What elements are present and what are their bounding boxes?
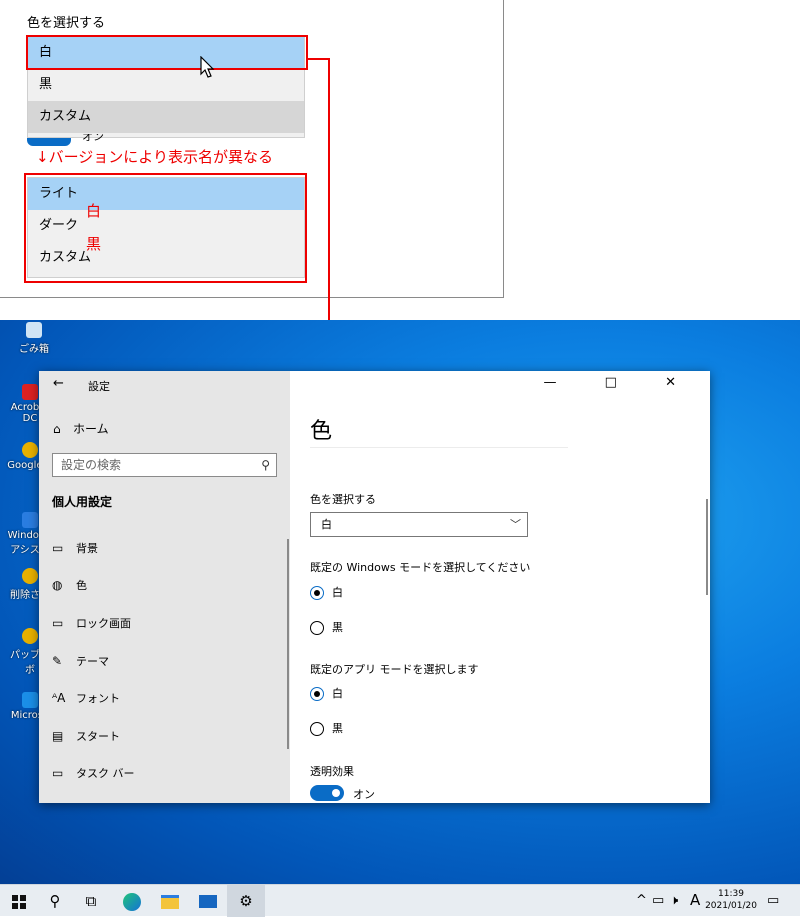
clock[interactable]: 11:39 2021/01/20 <box>705 888 757 912</box>
nav-item-themes[interactable]: ✎ テーマ <box>52 653 109 669</box>
windows-mode-radio-black[interactable]: 黒 <box>310 619 343 635</box>
chevron-down-icon: ﹀ <box>510 518 521 531</box>
network-icon[interactable]: ▭ <box>652 893 664 908</box>
app-mode-radio-white[interactable]: 白 <box>310 685 343 701</box>
edge-icon <box>22 692 38 708</box>
connector-line-vertical <box>328 58 330 358</box>
app-mode-radio-black[interactable]: 黒 <box>310 720 343 736</box>
dropdown-option-black[interactable]: 黒 <box>28 69 304 101</box>
chrome-icon <box>22 568 38 584</box>
toggle-peek <box>27 138 71 146</box>
version-note: ↓バージョンにより表示名が異なる <box>36 148 273 166</box>
chrome-icon <box>22 442 38 458</box>
chevron-up-icon[interactable]: ^ <box>636 893 647 908</box>
recycle-bin-icon <box>26 322 42 338</box>
app-mode-label: 既定のアプリ モードを選択します <box>310 663 479 676</box>
speaker-muted-icon[interactable]: 🕨 <box>670 893 678 908</box>
window-title: 設定 <box>88 380 110 393</box>
transparency-label: 透明効果 <box>310 765 354 778</box>
taskbar-mail[interactable] <box>189 885 227 917</box>
callout-caption: 色を選択する <box>27 16 106 31</box>
nav-item-lock-screen[interactable]: ▭ ロック画面 <box>52 615 131 631</box>
radio-selected-icon <box>310 687 324 701</box>
mouse-cursor-icon <box>200 56 215 78</box>
taskbar-settings[interactable]: ⚙ <box>227 885 265 917</box>
back-arrow-icon[interactable]: ← <box>53 376 64 391</box>
search-icon: ⚲ <box>49 892 61 910</box>
map-label-white: 白 <box>86 202 102 220</box>
desktop-icon-recycle-bin[interactable]: ごみ箱 <box>4 322 64 355</box>
taskbar-explorer[interactable] <box>151 885 189 917</box>
palette-icon: ◍ <box>52 578 63 592</box>
content-scrollbar[interactable] <box>706 499 708 595</box>
windows-mode-radio-white[interactable]: 白 <box>310 584 343 600</box>
nav-scrollbar[interactable] <box>287 539 289 749</box>
highlight-box <box>26 35 308 70</box>
connector-line <box>306 58 330 60</box>
window-controls[interactable]: — □ ✕ <box>544 375 698 390</box>
choose-color-label: 色を選択する <box>310 493 376 506</box>
edge-icon <box>123 892 141 911</box>
page-title: 色 <box>310 419 333 444</box>
choose-color-select[interactable]: 白 ﹀ <box>310 512 528 537</box>
start-button[interactable] <box>0 885 38 917</box>
taskbar-icon: ▭ <box>52 766 64 780</box>
settings-content: — □ ✕ 色 色を選択する 白 ﹀ 既定の Windows モードを選択してく… <box>290 371 710 803</box>
title-divider <box>310 447 568 448</box>
gear-icon: ⚙ <box>239 892 253 910</box>
mail-icon <box>199 895 217 908</box>
windows-icon <box>22 512 38 528</box>
search-button[interactable]: ⚲ <box>36 885 74 917</box>
search-icon: ⚲ <box>261 458 270 472</box>
nav-section-title: 個人用設定 <box>52 495 113 509</box>
taskbar: ⚲ ⧉ ⚙ ^ ▭ 🕨 A 11:39 2021/01/20 ▭ <box>0 884 800 917</box>
highlight-box-new <box>24 173 307 283</box>
search-input[interactable]: 設定の検索 ⚲ <box>52 453 277 477</box>
nav-item-colors[interactable]: ◍ 色 <box>52 577 87 593</box>
nav-home[interactable]: ⌂ ホーム <box>53 420 109 437</box>
nav-item-fonts[interactable]: ᴬA フォント <box>52 690 120 706</box>
nav-item-taskbar[interactable]: ▭ タスク バー <box>52 765 135 781</box>
notification-icon[interactable]: ▭ <box>767 893 779 908</box>
toggle-peek-label: オン <box>82 134 104 142</box>
task-view-button[interactable]: ⧉ <box>72 885 110 917</box>
start-icon: ▤ <box>52 729 64 743</box>
radio-selected-icon <box>310 586 324 600</box>
windows-logo-icon <box>12 894 26 909</box>
home-icon: ⌂ <box>53 422 61 436</box>
nav-item-start[interactable]: ▤ スタート <box>52 728 120 744</box>
radio-unselected-icon <box>310 722 324 736</box>
folder-icon <box>161 894 179 909</box>
theme-icon: ✎ <box>52 654 63 668</box>
clock-date: 2021/01/20 <box>705 901 757 911</box>
dropdown-option-custom[interactable]: カスタム <box>28 101 304 133</box>
lock-screen-icon: ▭ <box>52 616 64 630</box>
transparency-toggle[interactable] <box>310 785 344 801</box>
settings-window: ← 設定 ⌂ ホーム 設定の検索 ⚲ 個人用設定 ▭ 背景 ◍ 色 ▭ ロック画面 ✎ テ… <box>39 371 710 803</box>
ime-indicator[interactable]: A <box>690 891 700 909</box>
radio-unselected-icon <box>310 621 324 635</box>
nav-item-background[interactable]: ▭ 背景 <box>52 540 98 556</box>
task-view-icon: ⧉ <box>85 892 97 910</box>
chrome-icon <box>22 628 38 644</box>
map-label-black: 黒 <box>86 235 102 253</box>
font-icon: ᴬA <box>52 691 66 705</box>
acrobat-icon <box>22 384 38 400</box>
picture-icon: ▭ <box>52 541 64 555</box>
settings-nav-pane: ← 設定 ⌂ ホーム 設定の検索 ⚲ 個人用設定 ▭ 背景 ◍ 色 ▭ ロック画面 ✎ テ… <box>39 371 290 803</box>
color-dropdown-list-old: 白 黒 カスタム <box>26 35 308 138</box>
callout-panel: 色を選択する 白 黒 カスタム オン ↓バージョンにより表示名が異なる ライト … <box>0 0 504 298</box>
windows-mode-label: 既定の Windows モードを選択してください <box>310 561 531 574</box>
transparency-state: オン <box>353 788 375 801</box>
clock-time: 11:39 <box>718 889 744 899</box>
taskbar-edge[interactable] <box>113 885 151 917</box>
